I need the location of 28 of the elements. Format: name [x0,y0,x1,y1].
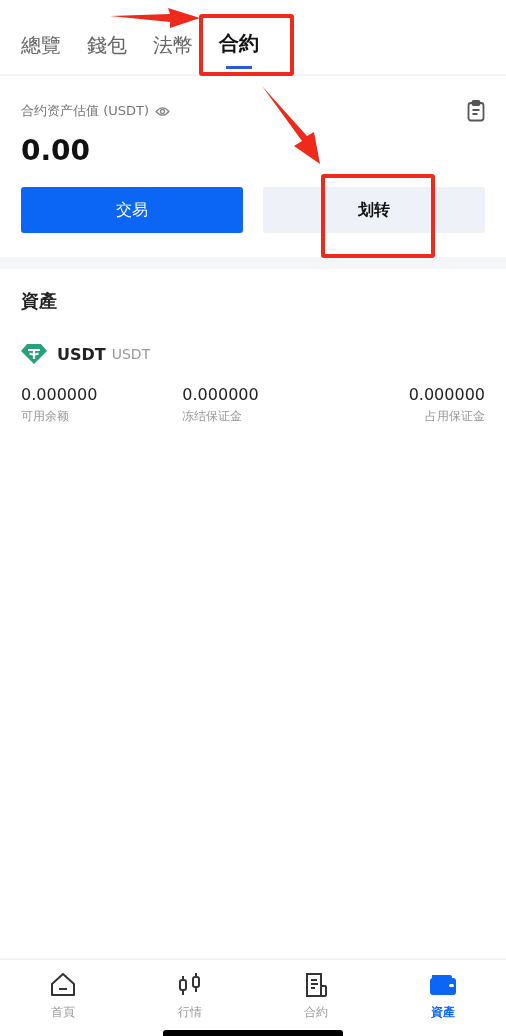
tab[interactable]: 合約 [219,31,259,72]
candlestick-icon [176,972,203,998]
nav-item[interactable]: 合約 [253,960,380,1026]
tab[interactable]: 錢包 [87,31,127,72]
balance-label: 合约资产估值 (USDT) [21,102,149,120]
coin-symbol: USDT [57,344,106,364]
stat-value: 0.000000 [408,385,485,404]
wallet-icon [428,972,457,998]
clipboard-icon[interactable] [467,100,485,122]
eye-icon[interactable] [155,105,170,117]
tab[interactable]: 法幣 [153,31,193,72]
tab[interactable]: 總覽 [21,31,61,72]
coin-name: USDT [111,346,151,362]
nav-item[interactable]: 首頁 [0,960,127,1026]
document-icon [303,972,330,998]
coin-icon [21,343,47,365]
section-title: 資產 [21,289,58,313]
balance-value: 0.00 [21,134,92,167]
transfer-button[interactable]: 划转 [263,187,485,233]
stat-label: 冻结保证金 [182,408,243,425]
trade-button[interactable]: 交易 [21,187,243,233]
stat-label: 可用余额 [21,408,70,425]
home-icon [50,972,77,998]
nav-item[interactable]: 資產 [379,960,506,1026]
stat-value: 0.000000 [21,385,99,404]
nav-item[interactable]: 行情 [126,960,253,1026]
stat-value: 0.000000 [182,385,259,404]
stat-label: 占用保证金 [425,408,485,425]
